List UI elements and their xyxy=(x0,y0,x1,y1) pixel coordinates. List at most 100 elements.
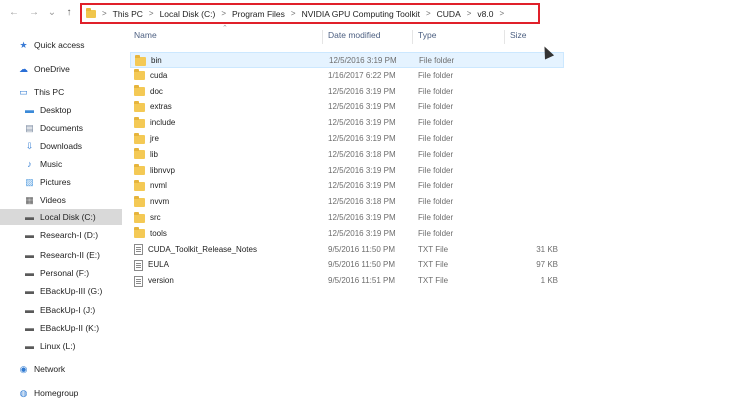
column-divider[interactable] xyxy=(412,30,413,44)
file-name: jre xyxy=(150,134,159,143)
drive-icon: ▬ xyxy=(25,212,34,222)
breadcrumb-separator-icon[interactable]: > xyxy=(102,9,107,18)
back-arrow-icon[interactable]: ← xyxy=(8,6,20,20)
folder-icon xyxy=(135,54,146,66)
recent-locations-icon[interactable]: ⌄ xyxy=(46,6,58,20)
sidebar-item[interactable]: ▬ EBackUp-I (J:) xyxy=(0,302,122,318)
file-name-cell: nvml xyxy=(134,178,167,194)
file-type: File folder xyxy=(418,118,454,128)
sidebar-item[interactable]: ▬ EBackUp-II (K:) xyxy=(0,320,122,336)
sidebar-item[interactable]: ▬ Local Disk (C:) xyxy=(0,209,122,225)
sidebar-item[interactable]: ☁ OneDrive xyxy=(0,61,122,77)
file-row[interactable]: version 9/5/2016 11:51 PM TXT File 1 KB xyxy=(130,273,564,289)
file-size xyxy=(490,84,558,100)
file-row[interactable]: EULA 9/5/2016 11:50 PM TXT File 97 KB xyxy=(130,257,564,273)
up-arrow-icon[interactable]: ↑ xyxy=(63,6,75,20)
file-row[interactable]: doc 12/5/2016 3:19 PM File folder xyxy=(130,84,564,100)
file-size xyxy=(490,178,558,194)
sidebar-item-label: Research-I (D:) xyxy=(40,230,99,240)
column-divider[interactable] xyxy=(504,30,505,44)
file-row[interactable]: tools 12/5/2016 3:19 PM File folder xyxy=(130,226,564,242)
column-header-type[interactable]: Type xyxy=(418,30,436,44)
file-row[interactable]: nvml 12/5/2016 3:19 PM File folder xyxy=(130,178,564,194)
breadcrumb-separator-icon[interactable]: > xyxy=(500,9,505,18)
file-type: File folder xyxy=(418,102,454,112)
sidebar-item[interactable]: ◉ Network xyxy=(0,361,122,377)
sidebar-item[interactable]: ▬ Research-I (D:) xyxy=(0,227,122,243)
sidebar-item-label: Documents xyxy=(40,123,83,133)
file-name: EULA xyxy=(148,260,169,270)
breadcrumb-item[interactable]: Local Disk (C:) xyxy=(160,9,216,19)
sidebar-item[interactable]: ▬ Linux (L:) xyxy=(0,338,122,354)
breadcrumb-separator-icon[interactable]: > xyxy=(467,9,472,18)
file-row[interactable]: cuda 1/16/2017 6:22 PM File folder xyxy=(130,68,564,84)
file-row[interactable]: lib 12/5/2016 3:18 PM File folder xyxy=(130,147,564,163)
file-date: 1/16/2017 6:22 PM xyxy=(328,70,396,80)
breadcrumb-separator-icon[interactable]: > xyxy=(426,9,431,18)
breadcrumb-separator-icon[interactable]: > xyxy=(221,9,226,18)
file-row[interactable]: CUDA_Toolkit_Release_Notes 9/5/2016 11:50… xyxy=(130,242,564,258)
file-name: cuda xyxy=(150,70,168,80)
sidebar-item[interactable]: ▭ This PC xyxy=(0,84,122,100)
folder-icon xyxy=(134,100,145,112)
folder-icon xyxy=(134,227,145,239)
sidebar-item[interactable]: ▬ Personal (F:) xyxy=(0,265,122,281)
column-header-date[interactable]: Date modified xyxy=(328,30,380,44)
sidebar-item[interactable]: ⇩ Downloads xyxy=(0,138,122,154)
sidebar-item-label: Personal (F:) xyxy=(40,268,90,278)
pictures-icon: ▨ xyxy=(25,177,34,187)
file-row[interactable]: extras 12/5/2016 3:19 PM File folder xyxy=(130,99,564,115)
file-date: 9/5/2016 11:50 PM xyxy=(328,244,396,254)
network-icon: ◉ xyxy=(19,364,28,374)
file-name-cell: EULA xyxy=(134,257,169,273)
file-row[interactable]: nvvm 12/5/2016 3:18 PM File folder xyxy=(130,194,564,210)
file-row[interactable]: include 12/5/2016 3:19 PM File folder xyxy=(130,115,564,131)
file-row[interactable]: jre 12/5/2016 3:19 PM File folder xyxy=(130,131,564,147)
breadcrumb-item[interactable]: v8.0 xyxy=(477,9,493,19)
file-type: File folder xyxy=(418,134,454,143)
file-name: libnvvp xyxy=(150,165,175,175)
sidebar-item[interactable]: ▨ Pictures xyxy=(0,174,122,190)
column-header-size[interactable]: Size xyxy=(510,30,527,44)
forward-arrow-icon[interactable]: → xyxy=(28,6,40,20)
breadcrumb-separator-icon[interactable]: > xyxy=(149,9,154,18)
breadcrumb-item[interactable]: NVIDIA GPU Computing Toolkit xyxy=(302,9,420,19)
sidebar-item-label: OneDrive xyxy=(34,64,70,74)
drive-icon: ▬ xyxy=(25,250,34,260)
file-type: File folder xyxy=(419,56,455,65)
folder-icon xyxy=(134,179,145,191)
sidebar-item-label: Homegroup xyxy=(34,388,79,398)
file-row[interactable]: src 12/5/2016 3:19 PM File folder xyxy=(130,210,564,226)
sidebar-item-label: Linux (L:) xyxy=(40,341,76,351)
breadcrumb-item[interactable]: CUDA xyxy=(437,9,461,19)
sidebar-item[interactable]: ▬ EBackUp-III (G:) xyxy=(0,283,122,299)
sidebar-item[interactable]: ★ Quick access xyxy=(0,37,122,53)
folder-icon xyxy=(134,116,145,128)
file-name: version xyxy=(148,276,174,286)
file-row[interactable]: bin 12/5/2016 3:19 PM File folder xyxy=(130,52,564,68)
breadcrumb-item[interactable]: Program Files xyxy=(232,9,285,19)
file-type: TXT File xyxy=(418,276,449,286)
file-type: File folder xyxy=(418,86,454,96)
sidebar-item[interactable]: ◍ Homegroup xyxy=(0,385,122,401)
sidebar-item[interactable]: ▤ Documents xyxy=(0,120,122,136)
file-name: extras xyxy=(150,102,172,112)
file-row[interactable]: libnvvp 12/5/2016 3:19 PM File folder xyxy=(130,163,564,179)
sidebar-item[interactable]: ♪ Music xyxy=(0,156,122,172)
download-icon: ⇩ xyxy=(25,141,34,151)
sidebar-item[interactable]: ▬ Desktop xyxy=(0,102,122,118)
sidebar-item-label: Research-II (E:) xyxy=(40,250,100,260)
breadcrumb-separator-icon[interactable]: > xyxy=(291,9,296,18)
sidebar-item-label: Local Disk (C:) xyxy=(40,212,96,222)
music-icon: ♪ xyxy=(27,159,32,169)
file-date: 12/5/2016 3:19 PM xyxy=(328,165,396,175)
sidebar-item-label: Music xyxy=(40,159,63,169)
column-divider[interactable] xyxy=(322,30,323,44)
navigation-bar: ← → ⌄ ↑ > This PC > Local Disk (C:) > Program… xyxy=(0,0,744,28)
file-size xyxy=(490,68,558,84)
sidebar-item[interactable]: ▬ Research-II (E:) xyxy=(0,247,122,263)
address-bar[interactable]: > This PC > Local Disk (C:) > Program Files > N… xyxy=(80,3,540,24)
sidebar-item[interactable]: ▦ Videos xyxy=(0,192,122,208)
column-header-name[interactable]: Name xyxy=(134,30,157,44)
breadcrumb-item[interactable]: This PC xyxy=(113,9,143,19)
